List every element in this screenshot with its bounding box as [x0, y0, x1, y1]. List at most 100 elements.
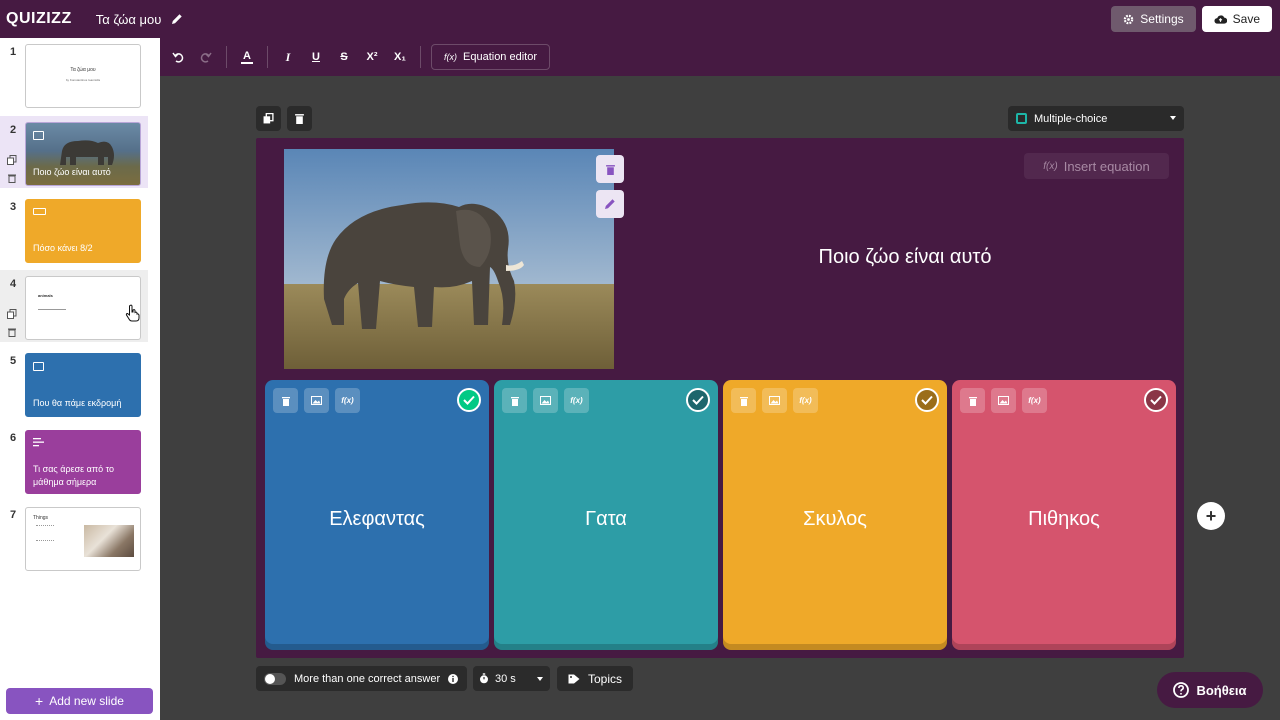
- function-icon: f(x): [444, 52, 457, 62]
- add-answer-button[interactable]: +: [1197, 502, 1225, 530]
- timer-dropdown[interactable]: 30 s: [473, 666, 550, 691]
- help-button[interactable]: Βοήθεια: [1157, 672, 1263, 708]
- trash-icon[interactable]: [731, 388, 756, 413]
- redo-icon[interactable]: [192, 43, 220, 71]
- function-icon[interactable]: f(x): [335, 388, 360, 413]
- question-text[interactable]: Ποιο ζώο είναι αυτό: [760, 246, 1050, 269]
- correct-answer-toggle[interactable]: [915, 388, 939, 412]
- question-type-dropdown[interactable]: Multiple-choice: [1008, 106, 1184, 131]
- quiz-title[interactable]: Τα ζώα μου: [96, 12, 162, 27]
- duplicate-question-button[interactable]: [256, 106, 281, 131]
- trash-icon: [295, 114, 304, 124]
- slide-item-5[interactable]: 5 Που θα πάμε εκδρομή: [0, 347, 148, 419]
- function-glyph: f(x): [570, 396, 583, 405]
- italic-button[interactable]: I: [274, 43, 302, 71]
- function-icon[interactable]: f(x): [1022, 388, 1047, 413]
- answer-option-2[interactable]: f(x) Γατα: [494, 380, 718, 650]
- correct-answer-toggle[interactable]: [1144, 388, 1168, 412]
- trash-icon[interactable]: [7, 170, 17, 183]
- plus-icon: +: [1205, 505, 1217, 526]
- slide-thumbnail[interactable]: Τι σας άρεσε από το μάθημα σήμερα: [25, 430, 141, 494]
- correct-answer-toggle[interactable]: [457, 388, 481, 412]
- answer-text[interactable]: Πιθηκος: [952, 508, 1176, 531]
- slide-item-4[interactable]: 4 animals: [0, 270, 148, 342]
- image-icon[interactable]: [533, 388, 558, 413]
- equation-editor-button[interactable]: f(x) Equation editor: [431, 44, 550, 70]
- save-label: Save: [1232, 12, 1260, 26]
- slide-number: 5: [10, 355, 17, 367]
- function-icon[interactable]: f(x): [793, 388, 818, 413]
- thumb-title: Things: [33, 515, 49, 521]
- question-image[interactable]: [284, 149, 614, 369]
- text-color-button[interactable]: A: [233, 43, 261, 71]
- function-glyph: f(x): [799, 396, 812, 405]
- answer-option-4[interactable]: f(x) Πιθηκος: [952, 380, 1176, 650]
- answer-text[interactable]: Γατα: [494, 508, 718, 531]
- answer-option-3[interactable]: f(x) Σκυλος: [723, 380, 947, 650]
- slide-item-3[interactable]: 3 Πόσο κάνει 8/2: [0, 193, 148, 265]
- trash-icon[interactable]: [273, 388, 298, 413]
- image-icon[interactable]: [304, 388, 329, 413]
- slide-thumbnail[interactable]: Things: [25, 507, 141, 571]
- save-button[interactable]: Save: [1201, 6, 1272, 32]
- settings-label: Settings: [1140, 12, 1184, 26]
- trash-icon[interactable]: [502, 388, 527, 413]
- answer-text[interactable]: Σκυλος: [723, 508, 947, 531]
- image-icon[interactable]: [762, 388, 787, 413]
- undo-icon[interactable]: [164, 43, 192, 71]
- slide-item-7[interactable]: 7 Things: [0, 501, 148, 573]
- strikethrough-button[interactable]: S: [330, 43, 358, 71]
- top-bar: QUIZIZZ Τα ζώα μου Settings Save: [0, 0, 1280, 38]
- slide-thumbnail[interactable]: Τα ζώα μου by Konstantinos Ioannidis: [25, 44, 141, 108]
- slide-number: 7: [10, 509, 17, 521]
- underline-button[interactable]: U: [302, 43, 330, 71]
- answer-text[interactable]: Ελεφαντας: [265, 508, 489, 531]
- settings-button[interactable]: Settings: [1111, 6, 1196, 32]
- slide-thumbnail[interactable]: Που θα πάμε εκδρομή: [25, 353, 141, 417]
- multi-correct-toggle-row[interactable]: More than one correct answer: [256, 666, 467, 691]
- slide-thumbnail[interactable]: animals: [25, 276, 141, 340]
- correct-answer-toggle[interactable]: [686, 388, 710, 412]
- stopwatch-icon: [480, 673, 488, 684]
- slide-label: Πόσο κάνει 8/2: [33, 243, 93, 253]
- trash-icon[interactable]: [7, 324, 17, 337]
- slide-tools: [7, 152, 19, 188]
- function-icon[interactable]: f(x): [564, 388, 589, 413]
- thumb-title: Τα ζώα μου: [70, 67, 96, 73]
- slide-item-2[interactable]: 2 Ποιο ζώο είναι αυτό: [0, 116, 148, 188]
- slide-thumbnail[interactable]: Ποιο ζώο είναι αυτό: [25, 122, 141, 186]
- thumb-subtitle: by Konstantinos Ioannidis: [65, 78, 101, 82]
- slide-thumbnail[interactable]: Πόσο κάνει 8/2: [25, 199, 141, 263]
- quizizz-logo[interactable]: QUIZIZZ: [6, 10, 72, 28]
- edit-image-button[interactable]: [596, 190, 624, 218]
- superscript-button[interactable]: X²: [358, 43, 386, 71]
- slide-item-1[interactable]: 1 Τα ζώα μου by Konstantinos Ioannidis: [0, 38, 148, 110]
- delete-question-button[interactable]: [287, 106, 312, 131]
- slide-number: 4: [10, 278, 17, 290]
- trash-icon[interactable]: [960, 388, 985, 413]
- insert-equation-button[interactable]: f(x) Insert equation: [1024, 153, 1169, 179]
- topics-button[interactable]: Topics: [557, 666, 633, 691]
- hand-cursor-icon: [125, 304, 140, 322]
- add-new-slide-button[interactable]: + Add new slide: [6, 688, 153, 714]
- tag-icon: [568, 674, 580, 683]
- slide-item-6[interactable]: 6 Τι σας άρεσε από το μάθημα σήμερα: [0, 424, 148, 496]
- image-icon[interactable]: [991, 388, 1016, 413]
- duplicate-icon[interactable]: [7, 306, 17, 319]
- subscript-glyph: X₁: [394, 51, 406, 63]
- open-ended-icon: [33, 438, 44, 447]
- multi-correct-toggle[interactable]: [264, 672, 286, 685]
- info-icon[interactable]: [448, 673, 459, 684]
- pencil-icon[interactable]: [171, 13, 183, 25]
- thumb-title: animals: [38, 293, 53, 298]
- delete-image-button[interactable]: [596, 155, 624, 183]
- checkbox-question-icon: [1016, 113, 1027, 124]
- answer-option-1[interactable]: f(x) Ελεφαντας: [265, 380, 489, 650]
- slide-number: 6: [10, 432, 17, 444]
- slide-tools: [7, 306, 19, 342]
- slide-label: Ποιο ζώο είναι αυτό: [33, 167, 111, 177]
- duplicate-icon[interactable]: [7, 152, 17, 165]
- thumb-line: [38, 309, 66, 310]
- chevron-down-icon: [537, 677, 543, 681]
- subscript-button[interactable]: X₁: [386, 43, 414, 71]
